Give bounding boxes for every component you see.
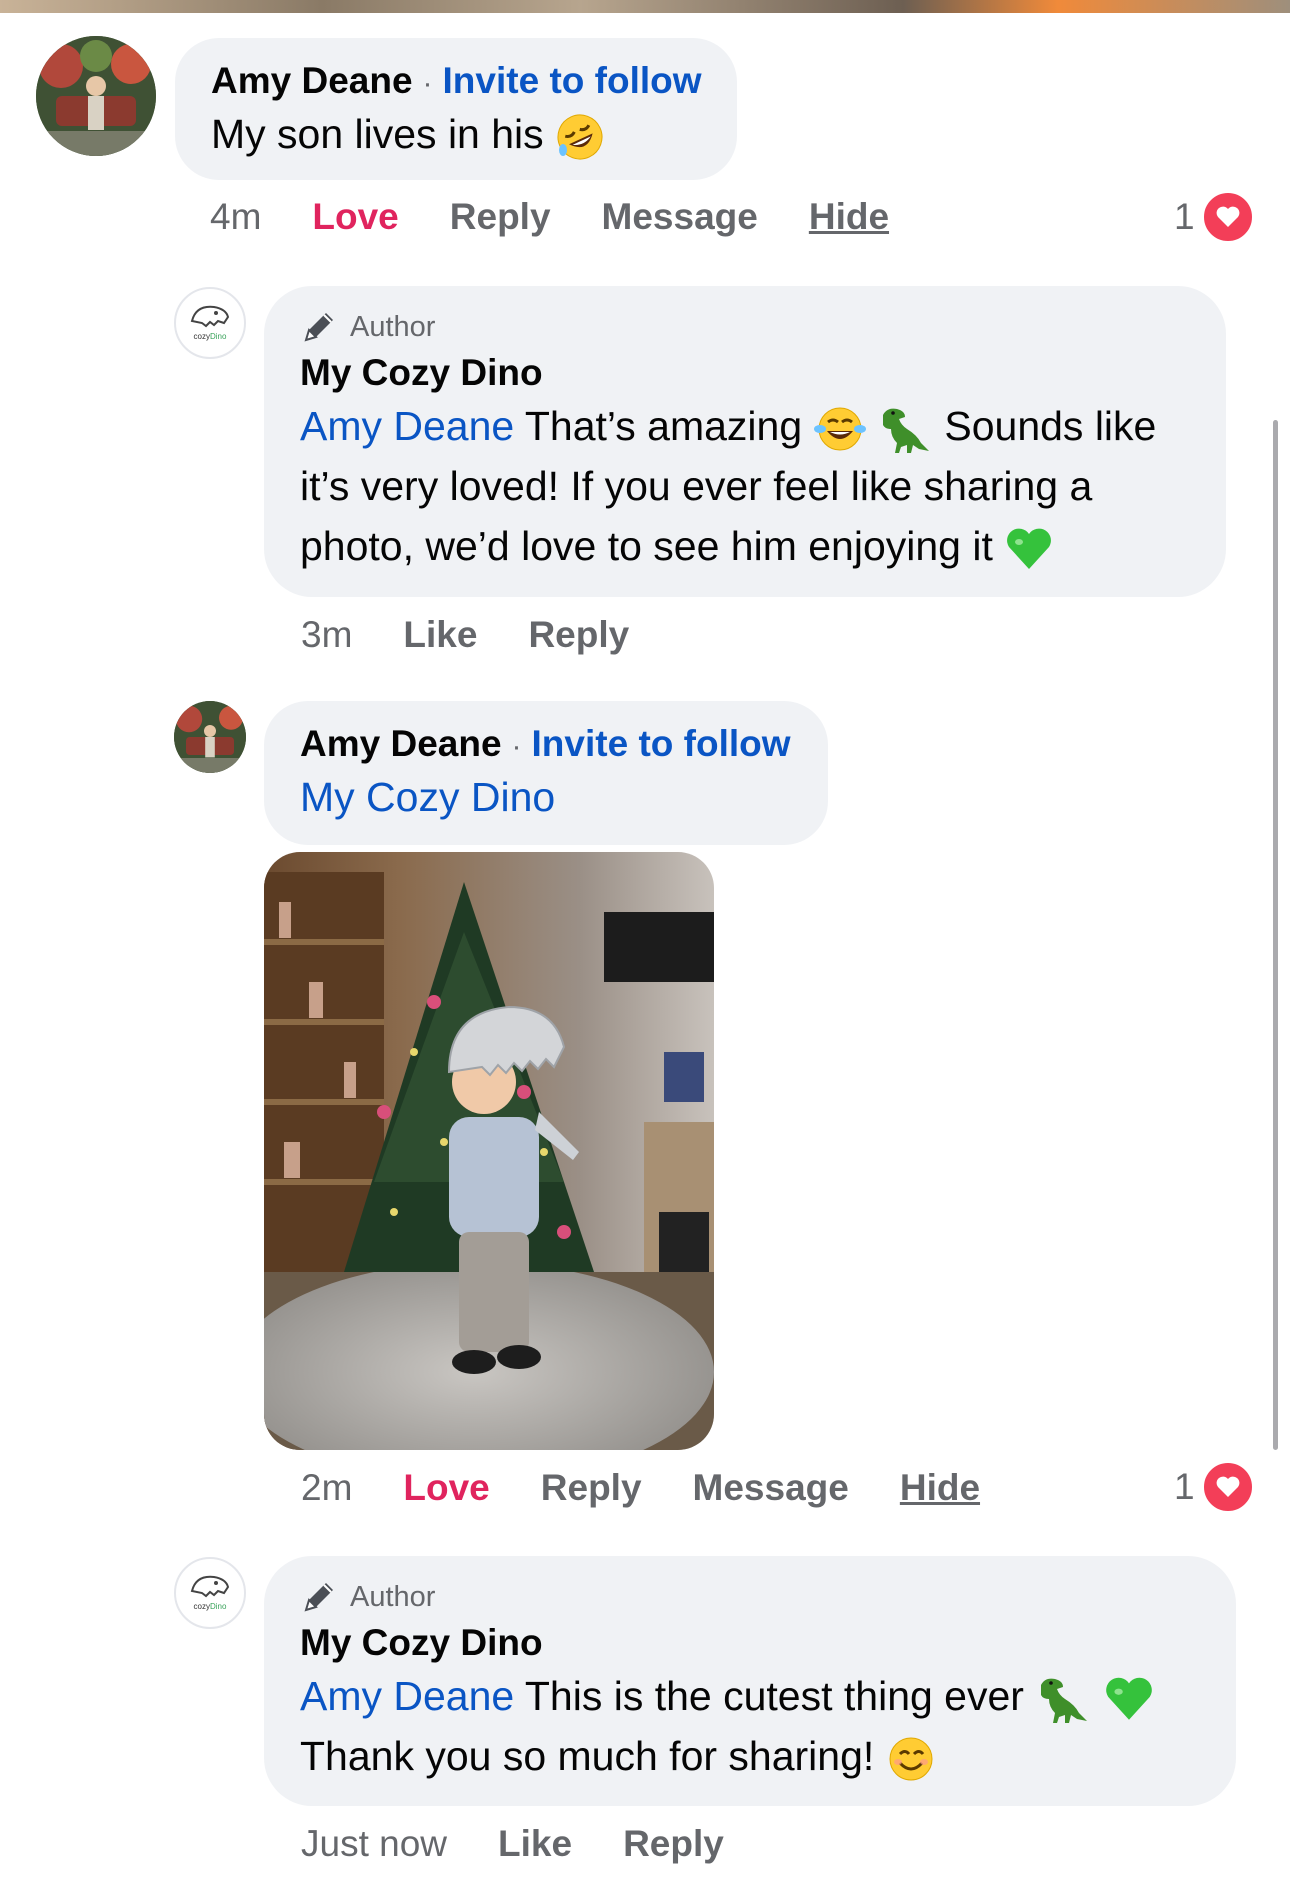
reaction-count: 1	[1174, 196, 1195, 237]
comment-text: Thank you so much for sharing!	[300, 1733, 875, 1779]
like-button[interactable]: Like	[498, 1823, 572, 1865]
invite-to-follow-link[interactable]: Invite to follow	[443, 60, 702, 101]
comment-text: Sounds like	[944, 403, 1157, 449]
avatar-photo	[36, 36, 156, 156]
pencil-icon	[304, 1583, 333, 1612]
comment-text: That’s amazing	[524, 403, 803, 449]
comment-actions: 2m Love Reply Message Hide	[301, 1467, 1031, 1509]
mention-link[interactable]: My Cozy Dino	[300, 774, 555, 820]
commenter-name[interactable]: Amy Deane	[211, 60, 413, 101]
attached-photo[interactable]	[264, 852, 714, 1450]
scrollbar[interactable]	[1273, 420, 1278, 1450]
heart-icon	[1200, 190, 1255, 244]
t-rex-emoji-icon	[882, 408, 929, 454]
commenter-name[interactable]: My Cozy Dino	[300, 352, 1190, 394]
separator-dot: ·	[511, 730, 522, 763]
page-avatar[interactable]: cozyDino	[174, 1557, 246, 1629]
joy-emoji-icon	[813, 407, 866, 451]
reply-button[interactable]: Reply	[528, 614, 629, 656]
avatar-photo	[174, 701, 246, 773]
t-rex-emoji-icon	[1041, 1678, 1088, 1724]
smiling-emoji-icon	[889, 1737, 933, 1781]
comment-bubble[interactable]: Author My Cozy Dino Amy Deane That’s ama…	[264, 286, 1226, 597]
reply-button[interactable]: Reply	[450, 196, 551, 238]
hide-button[interactable]: Hide	[900, 1467, 980, 1509]
comment-text: My son lives in his	[211, 111, 544, 157]
page-avatar[interactable]: cozyDino	[174, 287, 246, 359]
author-badge: Author	[350, 310, 436, 343]
photo-child-dino-costume	[264, 852, 714, 1450]
love-button[interactable]: Love	[403, 1467, 489, 1509]
author-badge: Author	[350, 1580, 436, 1613]
pencil-icon	[304, 313, 333, 342]
like-button[interactable]: Like	[403, 614, 477, 656]
rofl-emoji-icon	[557, 114, 603, 160]
message-button[interactable]: Message	[693, 1467, 849, 1509]
heart-icon	[1200, 1460, 1255, 1514]
cozy-dino-logo-icon: cozyDino	[190, 1575, 230, 1611]
comment-bubble[interactable]: Amy Deane · Invite to follow My Cozy Dino	[264, 701, 828, 845]
green-heart-emoji-icon	[1105, 1677, 1152, 1720]
invite-to-follow-link[interactable]: Invite to follow	[532, 723, 791, 764]
commenter-name[interactable]: My Cozy Dino	[300, 1622, 1200, 1664]
avatar[interactable]	[36, 36, 156, 156]
love-button[interactable]: Love	[312, 196, 398, 238]
svg-text:cozyDino: cozyDino	[194, 332, 227, 341]
cozy-dino-logo-icon: cozyDino	[190, 305, 230, 341]
comment-actions: 3m Like Reply	[301, 614, 680, 656]
comment-actions: Just now Like Reply	[301, 1823, 775, 1865]
comment-bubble[interactable]: Amy Deane · Invite to follow My son lives …	[175, 38, 737, 180]
reply-button[interactable]: Reply	[541, 1467, 642, 1509]
reaction-summary[interactable]: 1	[1174, 190, 1255, 244]
avatar[interactable]	[174, 701, 246, 773]
reaction-count: 1	[1174, 1466, 1195, 1507]
mention-link[interactable]: Amy Deane	[300, 403, 514, 449]
timestamp[interactable]: 2m	[301, 1467, 352, 1509]
comment-actions: 4m Love Reply Message Hide	[210, 196, 940, 238]
commenter-name[interactable]: Amy Deane	[300, 723, 502, 764]
green-heart-emoji-icon	[1007, 528, 1052, 570]
comment-bubble[interactable]: Author My Cozy Dino Amy Deane This is th…	[264, 1556, 1236, 1806]
hide-button[interactable]: Hide	[809, 196, 889, 238]
svg-text:cozyDino: cozyDino	[194, 1602, 227, 1611]
timestamp[interactable]: Just now	[301, 1823, 447, 1865]
reply-button[interactable]: Reply	[623, 1823, 724, 1865]
comment-text: This is the cutest thing ever	[524, 1673, 1024, 1719]
message-button[interactable]: Message	[602, 196, 758, 238]
timestamp[interactable]: 3m	[301, 614, 352, 656]
reaction-summary[interactable]: 1	[1174, 1460, 1255, 1514]
timestamp[interactable]: 4m	[210, 196, 261, 238]
comment-text: it’s very loved! If you ever feel like s…	[300, 463, 1093, 509]
comment-text: photo, we’d love to see him enjoying it	[300, 523, 993, 569]
separator-dot: ·	[422, 67, 433, 100]
mention-link[interactable]: Amy Deane	[300, 1673, 514, 1719]
previous-content-strip	[0, 0, 1290, 13]
